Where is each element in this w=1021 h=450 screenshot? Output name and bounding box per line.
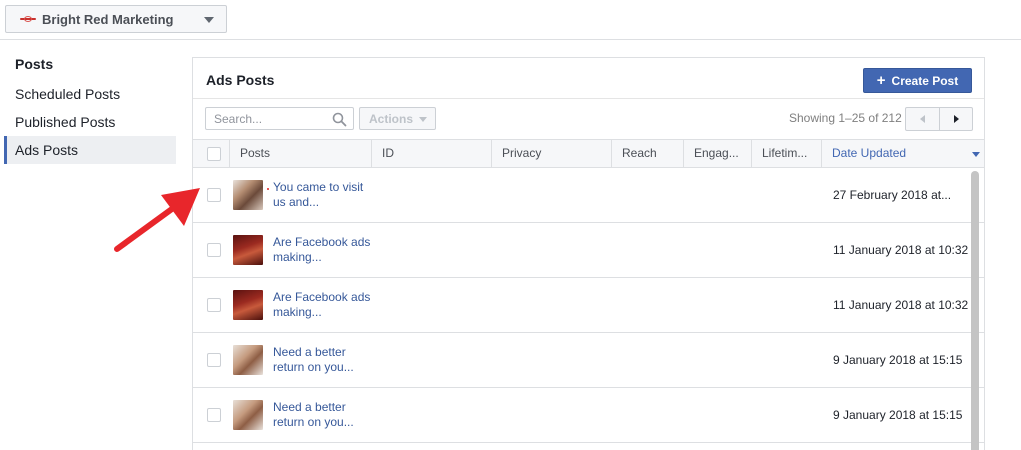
column-header-reach[interactable]: Reach [611,140,683,167]
select-all-checkbox[interactable] [207,147,221,161]
top-bar: Bright Red Marketing [0,0,1021,40]
post-thumbnail [233,235,263,265]
create-post-label: Create Post [891,73,959,88]
table-row[interactable]: Are Facebook ads making... 11 January 20… [193,278,984,333]
post-text-link[interactable]: Need a better return on you... [273,400,373,430]
table-row[interactable]: Need a better return on you... 9 January… [193,388,984,443]
row-checkbox[interactable] [207,408,221,422]
page-logo-icon [20,14,36,24]
sidebar-item-published-posts[interactable]: Published Posts [4,108,176,136]
actions-label: Actions [369,111,414,126]
pager [905,107,973,131]
date-updated-label: Date Updated [832,146,907,160]
pager-next-icon [953,115,959,123]
pager-prev-icon [920,115,925,123]
post-thumbnail [233,290,263,320]
date-updated-cell: 27 February 2018 at... [833,188,952,202]
page-name: Bright Red Marketing [42,11,174,27]
column-header-date-updated[interactable]: Date Updated [821,140,984,167]
table-row[interactable]: Need a better return on you... 9 January… [193,333,984,388]
sidebar-heading: Posts [15,56,54,72]
plus-icon: + [876,72,886,89]
table-scrollbar[interactable] [971,171,979,450]
page-selector[interactable]: Bright Red Marketing [5,5,227,33]
column-header-posts[interactable]: Posts [229,140,371,167]
column-header-engagement[interactable]: Engag... [683,140,751,167]
row-checkbox[interactable] [207,353,221,367]
sidebar-item-scheduled-posts[interactable]: Scheduled Posts [4,80,176,108]
row-checkbox[interactable] [207,298,221,312]
select-all-cell [193,140,221,167]
pagination-status: Showing 1–25 of 212 [789,111,902,125]
divider [193,98,984,99]
chevron-down-icon [204,17,214,23]
date-updated-cell: 11 January 2018 at 10:32 [833,243,969,257]
post-thumbnail [233,400,263,430]
actions-dropdown[interactable]: Actions [359,107,436,130]
row-checkbox[interactable] [207,188,221,202]
post-text-link[interactable]: Are Facebook ads making... [273,235,373,265]
post-text-link[interactable]: Need a better return on you... [273,345,373,375]
column-header-id[interactable]: ID [371,140,491,167]
sort-desc-icon [972,152,980,157]
post-thumbnail [233,345,263,375]
sidebar-item-ads-posts[interactable]: Ads Posts [4,136,176,164]
search-box [205,107,354,130]
row-checkbox[interactable] [207,243,221,257]
chevron-down-icon [419,117,427,122]
pager-prev-button[interactable] [906,108,939,130]
search-icon[interactable] [332,112,347,127]
post-text-link[interactable]: You came to visit us and... [273,180,373,210]
table-row[interactable]: Are Facebook ads making... 11 January 20… [193,223,984,278]
panel-title: Ads Posts [206,72,275,88]
table-header: Posts ID Privacy Reach Engag... Lifetim.… [193,139,984,168]
table-row[interactable]: You came to visit us and... 27 February … [193,168,984,223]
create-post-button[interactable]: + Create Post [863,68,972,93]
post-text-link[interactable]: Are Facebook ads making... [273,290,373,320]
date-updated-cell: 9 January 2018 at 15:15 [833,408,963,422]
ads-posts-panel: Ads Posts + Create Post Actions Showing … [192,57,985,450]
date-updated-cell: 11 January 2018 at 10:32 [833,298,969,312]
date-updated-cell: 9 January 2018 at 15:15 [833,353,963,367]
post-thumbnail [233,180,263,210]
column-header-lifetime[interactable]: Lifetim... [751,140,821,167]
status-dot [267,188,269,190]
search-input[interactable] [206,108,326,129]
column-header-privacy[interactable]: Privacy [491,140,611,167]
pager-next-button[interactable] [939,108,972,130]
